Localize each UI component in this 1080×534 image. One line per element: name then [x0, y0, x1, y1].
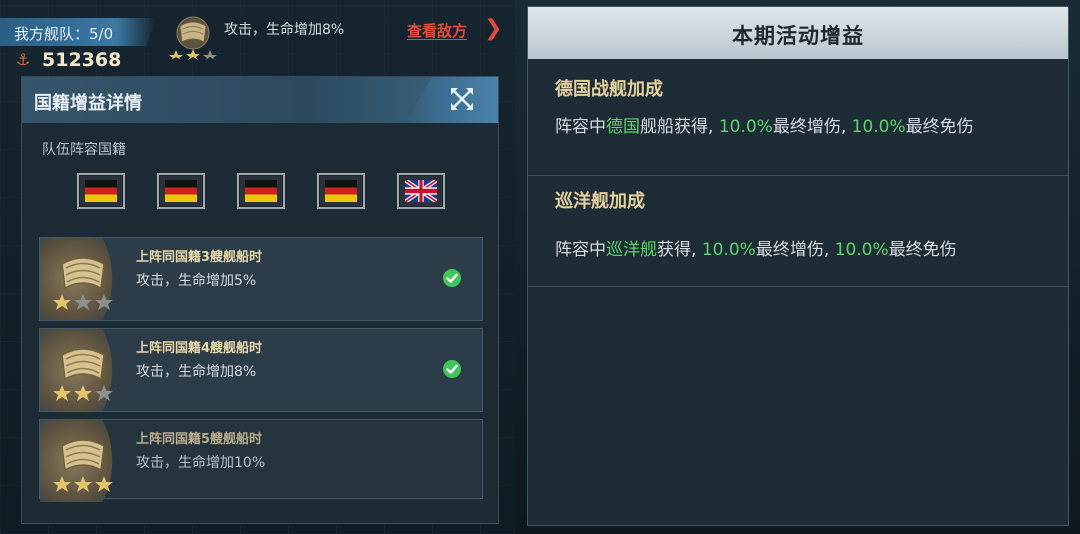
panel-header: 本期活动增益	[528, 7, 1068, 59]
chevron-right-icon[interactable]: ❯	[484, 16, 502, 41]
anchor-icon: ⚓	[16, 50, 31, 69]
panel-header: 国籍增益详情	[22, 77, 498, 123]
combat-power-value: 512368	[42, 49, 122, 71]
tier-row: 上阵同国籍5艘舰船时 攻击，生命增加10%	[39, 419, 483, 502]
nationality-bonus-panel: 国籍增益详情 队伍阵容国籍 上阵同国籍3艘舰船时 攻击，生命增加5% 上阵同国籍…	[21, 76, 499, 524]
germany-flag-icon	[237, 173, 285, 209]
germany-flag-icon	[157, 173, 205, 209]
tier-row: 上阵同国籍3艘舰船时 攻击，生命增加5%	[39, 237, 483, 321]
check-icon	[443, 269, 461, 287]
divider	[528, 286, 1068, 287]
panel-title: 国籍增益详情	[34, 93, 142, 114]
nation-medal-icon	[53, 348, 113, 401]
tier-title: 上阵同国籍5艘舰船时	[136, 432, 263, 447]
nation-medal-icon	[53, 257, 113, 310]
germany-flag-icon	[317, 173, 365, 209]
tier-description: 攻击，生命增加5%	[136, 273, 257, 289]
close-icon[interactable]	[448, 85, 476, 113]
section-heading: 德国战舰加成	[555, 79, 663, 100]
view-enemy-button[interactable]: 查看敌方	[407, 20, 467, 41]
tier-row: 上阵同国籍4艘舰船时 攻击，生命增加8%	[39, 328, 483, 412]
section-heading: 巡洋舰加成	[555, 191, 645, 212]
germany-flag-icon	[77, 173, 125, 209]
event-bonus-panel: 本期活动增益 德国战舰加成 阵容中德国舰船获得, 10.0%最终增伤, 10.0…	[527, 6, 1069, 526]
check-icon	[443, 360, 461, 378]
nation-medal-icon	[169, 16, 217, 60]
lineup-nationality-label: 队伍阵容国籍	[42, 142, 126, 158]
tier-title: 上阵同国籍3艘舰船时	[136, 250, 263, 265]
tier-description: 攻击，生命增加10%	[136, 455, 266, 471]
close-button[interactable]	[406, 77, 498, 123]
tier-description: 攻击，生命增加8%	[136, 364, 257, 380]
nation-medal-icon	[53, 439, 113, 492]
panel-title: 本期活动增益	[732, 24, 864, 48]
fleet-count-label: 我方舰队：5/0	[14, 25, 114, 43]
section-text: 阵容中巡洋舰获得, 10.0%最终增伤, 10.0%最终免伤	[555, 240, 957, 260]
divider	[528, 175, 1068, 176]
section-text: 阵容中德国舰船获得, 10.0%最终增伤, 10.0%最终免伤	[555, 117, 974, 137]
uk-flag-icon	[397, 173, 445, 209]
current-buff-text: 攻击，生命增加8%	[224, 22, 345, 38]
tier-title: 上阵同国籍4艘舰船时	[136, 341, 263, 356]
